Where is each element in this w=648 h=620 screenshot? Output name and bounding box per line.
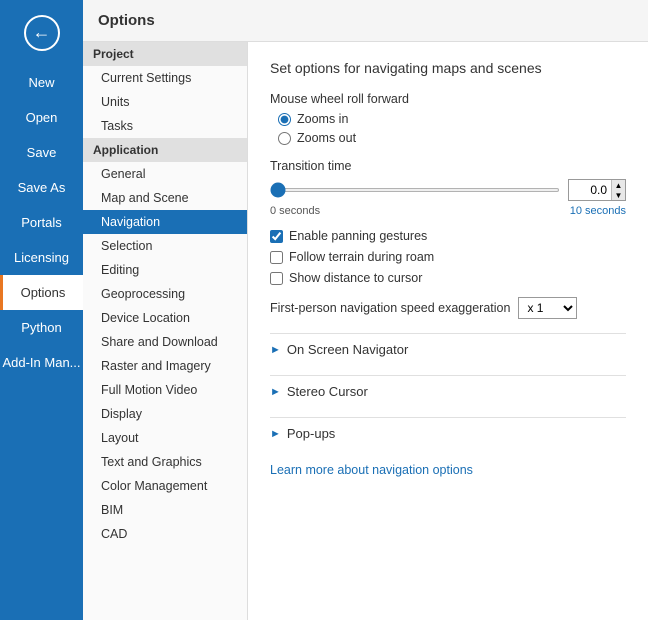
zoom-in-label: Zooms in: [297, 112, 348, 126]
tree-item-general[interactable]: General: [83, 162, 247, 186]
tree-item-device-location[interactable]: Device Location: [83, 306, 247, 330]
enable-panning-checkbox[interactable]: [270, 230, 283, 243]
sidebar-item-add-in[interactable]: Add-In Man...: [0, 345, 83, 380]
chevron-right-icon-2: ►: [270, 386, 281, 398]
sidebar-item-licensing[interactable]: Licensing: [0, 240, 83, 275]
transition-slider[interactable]: [270, 188, 560, 192]
follow-terrain-label: Follow terrain during roam: [289, 250, 434, 264]
tree-item-navigation[interactable]: Navigation: [83, 210, 247, 234]
tree-item-tasks[interactable]: Tasks: [83, 114, 247, 138]
tree-item-current-settings[interactable]: Current Settings: [83, 66, 247, 90]
transition-spinner: ▲ ▼: [568, 179, 626, 201]
sidebar-item-open[interactable]: Open: [0, 100, 83, 135]
collapsible-pop-ups: ► Pop-ups: [270, 417, 626, 445]
speed-row: First-person navigation speed exaggerati…: [270, 297, 626, 319]
on-screen-navigator-label: On Screen Navigator: [287, 342, 408, 357]
tree-section-project: Project: [83, 42, 247, 66]
tree-section-application: Application: [83, 138, 247, 162]
show-distance-label: Show distance to cursor: [289, 271, 422, 285]
spinner-up-button[interactable]: ▲: [611, 180, 625, 190]
sidebar-item-save-as[interactable]: Save As: [0, 170, 83, 205]
content-area: Project Current Settings Units Tasks App…: [83, 42, 648, 620]
on-screen-navigator-header[interactable]: ► On Screen Navigator: [270, 333, 626, 361]
slider-row: ▲ ▼: [270, 179, 626, 201]
learn-more-link[interactable]: Learn more about navigation options: [270, 463, 473, 477]
chevron-right-icon-3: ►: [270, 428, 281, 440]
sidebar-item-new[interactable]: New: [0, 65, 83, 100]
tree-item-geoprocessing[interactable]: Geoprocessing: [83, 282, 247, 306]
show-distance-row: Show distance to cursor: [270, 271, 626, 285]
pop-ups-label: Pop-ups: [287, 426, 335, 441]
chevron-right-icon: ►: [270, 344, 281, 356]
zoom-in-radio[interactable]: [278, 113, 291, 126]
sidebar: ← New Open Save Save As Portals Licensin…: [0, 0, 83, 620]
mouse-wheel-radio-group: Zooms in Zooms out: [278, 112, 626, 145]
slider-min-label: 0 seconds: [270, 205, 320, 217]
sidebar-item-python[interactable]: Python: [0, 310, 83, 345]
transition-section: Transition time ▲ ▼ 0 seconds 10 seconds: [270, 159, 626, 217]
tree-item-text-graphics[interactable]: Text and Graphics: [83, 450, 247, 474]
transition-spinner-input[interactable]: [569, 181, 611, 199]
stereo-cursor-label: Stereo Cursor: [287, 384, 368, 399]
checkbox-section: Enable panning gestures Follow terrain d…: [270, 229, 626, 285]
collapsible-on-screen-navigator: ► On Screen Navigator: [270, 333, 626, 361]
enable-panning-row: Enable panning gestures: [270, 229, 626, 243]
tree-item-selection[interactable]: Selection: [83, 234, 247, 258]
tree-item-layout[interactable]: Layout: [83, 426, 247, 450]
options-header: Options: [83, 0, 648, 42]
tree-item-share-download[interactable]: Share and Download: [83, 330, 247, 354]
tree-panel: Project Current Settings Units Tasks App…: [83, 42, 248, 620]
mouse-wheel-label: Mouse wheel roll forward: [270, 92, 626, 106]
follow-terrain-row: Follow terrain during roam: [270, 250, 626, 264]
options-title: Options: [98, 12, 155, 29]
zoom-in-row: Zooms in: [278, 112, 626, 126]
sidebar-item-options[interactable]: Options: [0, 275, 83, 310]
settings-panel: Set options for navigating maps and scen…: [248, 42, 648, 620]
tree-item-cad[interactable]: CAD: [83, 522, 247, 546]
enable-panning-label: Enable panning gestures: [289, 229, 427, 243]
back-button[interactable]: ←: [0, 0, 83, 65]
tree-item-map-scene[interactable]: Map and Scene: [83, 186, 247, 210]
tree-item-full-motion-video[interactable]: Full Motion Video: [83, 378, 247, 402]
tree-item-display[interactable]: Display: [83, 402, 247, 426]
tree-item-color-management[interactable]: Color Management: [83, 474, 247, 498]
speed-select[interactable]: x 1 x 2 x 4 x 8: [518, 297, 577, 319]
slider-range-labels: 0 seconds 10 seconds: [270, 205, 626, 217]
sidebar-item-portals[interactable]: Portals: [0, 205, 83, 240]
tree-item-bim[interactable]: BIM: [83, 498, 247, 522]
speed-label: First-person navigation speed exaggerati…: [270, 301, 510, 315]
pop-ups-header[interactable]: ► Pop-ups: [270, 417, 626, 445]
transition-label: Transition time: [270, 159, 626, 173]
sidebar-item-save[interactable]: Save: [0, 135, 83, 170]
main-content: Options Project Current Settings Units T…: [83, 0, 648, 620]
show-distance-checkbox[interactable]: [270, 272, 283, 285]
slider-max-label: 10 seconds: [570, 205, 626, 217]
tree-item-units[interactable]: Units: [83, 90, 247, 114]
zoom-out-radio[interactable]: [278, 132, 291, 145]
settings-title: Set options for navigating maps and scen…: [270, 60, 626, 76]
stereo-cursor-header[interactable]: ► Stereo Cursor: [270, 375, 626, 403]
collapsible-stereo-cursor: ► Stereo Cursor: [270, 375, 626, 403]
tree-item-editing[interactable]: Editing: [83, 258, 247, 282]
back-circle-icon[interactable]: ←: [24, 15, 60, 51]
follow-terrain-checkbox[interactable]: [270, 251, 283, 264]
zoom-out-row: Zooms out: [278, 131, 626, 145]
tree-item-raster-imagery[interactable]: Raster and Imagery: [83, 354, 247, 378]
spinner-arrows: ▲ ▼: [611, 180, 625, 200]
zoom-out-label: Zooms out: [297, 131, 356, 145]
spinner-down-button[interactable]: ▼: [611, 190, 625, 200]
